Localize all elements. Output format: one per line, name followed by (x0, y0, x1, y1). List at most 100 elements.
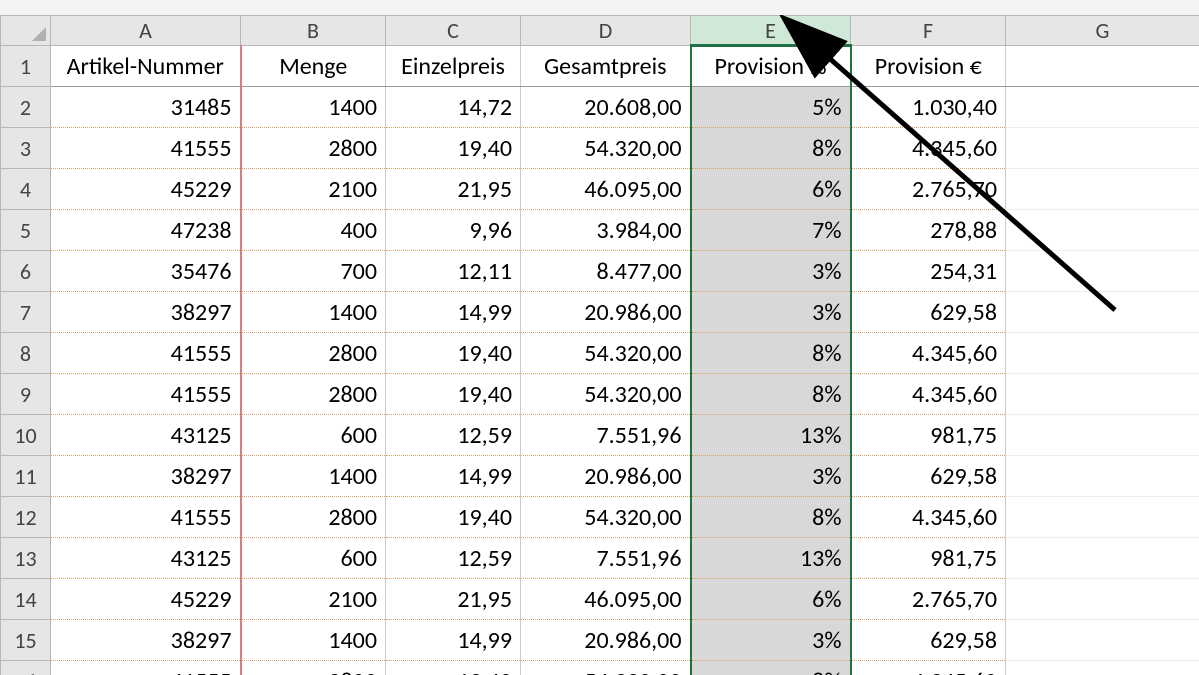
row-header-15[interactable]: 15 (1, 620, 51, 661)
cell-A6[interactable]: 35476 (51, 251, 241, 292)
cell-E9[interactable]: 8% (691, 374, 851, 415)
cell-A7[interactable]: 38297 (51, 292, 241, 333)
cell-B11[interactable]: 1400 (241, 456, 386, 497)
cell-D8[interactable]: 54.320,00 (521, 333, 691, 374)
table-row[interactable]: 1241555280019,4054.320,008%4.345,60 (1, 497, 1199, 538)
cell-F3[interactable]: 4.345,60 (851, 128, 1006, 169)
cell-A10[interactable]: 43125 (51, 415, 241, 456)
spreadsheet-grid[interactable]: A B C D E F G 1 Artikel-Nummer Menge Ein… (0, 15, 1199, 675)
cell-D16[interactable]: 54.320,00 (521, 661, 691, 675)
cell-D10[interactable]: 7.551,96 (521, 415, 691, 456)
cell-B9[interactable]: 2800 (241, 374, 386, 415)
cell-D12[interactable]: 54.320,00 (521, 497, 691, 538)
cell-C12[interactable]: 19,40 (386, 497, 521, 538)
table-row[interactable]: 841555280019,4054.320,008%4.345,60 (1, 333, 1199, 374)
row-header-7[interactable]: 7 (1, 292, 51, 333)
cell-A11[interactable]: 38297 (51, 456, 241, 497)
cell-A3[interactable]: 41555 (51, 128, 241, 169)
cell-A1[interactable]: Artikel-Nummer (51, 46, 241, 87)
row-header-12[interactable]: 12 (1, 497, 51, 538)
table-row[interactable]: 738297140014,9920.986,003%629,58 (1, 292, 1199, 333)
cell-D6[interactable]: 8.477,00 (521, 251, 691, 292)
cell-A4[interactable]: 45229 (51, 169, 241, 210)
cell-F10[interactable]: 981,75 (851, 415, 1006, 456)
cell-G7[interactable] (1006, 292, 1199, 333)
cell-D3[interactable]: 54.320,00 (521, 128, 691, 169)
table-row[interactable]: 1445229210021,9546.095,006%2.765,70 (1, 579, 1199, 620)
row-header-4[interactable]: 4 (1, 169, 51, 210)
cell-D7[interactable]: 20.986,00 (521, 292, 691, 333)
cell-C5[interactable]: 9,96 (386, 210, 521, 251)
cell-E3[interactable]: 8% (691, 128, 851, 169)
cell-F15[interactable]: 629,58 (851, 620, 1006, 661)
row-header-11[interactable]: 11 (1, 456, 51, 497)
column-header-A[interactable]: A (51, 16, 241, 46)
cell-F6[interactable]: 254,31 (851, 251, 1006, 292)
cell-F7[interactable]: 629,58 (851, 292, 1006, 333)
cell-G10[interactable] (1006, 415, 1199, 456)
cell-G11[interactable] (1006, 456, 1199, 497)
table-header-row[interactable]: 1 Artikel-Nummer Menge Einzelpreis Gesam… (1, 46, 1199, 87)
cell-B1[interactable]: Menge (241, 46, 386, 87)
cell-E5[interactable]: 7% (691, 210, 851, 251)
grid-body[interactable]: 1 Artikel-Nummer Menge Einzelpreis Gesam… (1, 46, 1199, 675)
row-header-5[interactable]: 5 (1, 210, 51, 251)
cell-F14[interactable]: 2.765,70 (851, 579, 1006, 620)
row-header-9[interactable]: 9 (1, 374, 51, 415)
cell-C3[interactable]: 19,40 (386, 128, 521, 169)
cell-F16[interactable]: 4.345,60 (851, 661, 1006, 675)
column-header-row[interactable]: A B C D E F G (1, 16, 1199, 46)
cell-E8[interactable]: 8% (691, 333, 851, 374)
cell-E12[interactable]: 8% (691, 497, 851, 538)
cell-E6[interactable]: 3% (691, 251, 851, 292)
cell-C16[interactable]: 19,40 (386, 661, 521, 675)
column-header-F[interactable]: F (851, 16, 1006, 46)
cell-B3[interactable]: 2800 (241, 128, 386, 169)
cell-B6[interactable]: 700 (241, 251, 386, 292)
cell-B5[interactable]: 400 (241, 210, 386, 251)
cell-G3[interactable] (1006, 128, 1199, 169)
cell-E7[interactable]: 3% (691, 292, 851, 333)
cell-B4[interactable]: 2100 (241, 169, 386, 210)
table-row[interactable]: 5472384009,963.984,007%278,88 (1, 210, 1199, 251)
row-header-2[interactable]: 2 (1, 87, 51, 128)
cell-B14[interactable]: 2100 (241, 579, 386, 620)
select-all-corner[interactable] (1, 16, 51, 46)
cell-C2[interactable]: 14,72 (386, 87, 521, 128)
row-header-13[interactable]: 13 (1, 538, 51, 579)
table-row[interactable]: 104312560012,597.551,9613%981,75 (1, 415, 1199, 456)
row-header-8[interactable]: 8 (1, 333, 51, 374)
table-row[interactable]: 1641555280019,4054.320,008%4.345,60 (1, 661, 1199, 675)
cell-C8[interactable]: 19,40 (386, 333, 521, 374)
cell-F2[interactable]: 1.030,40 (851, 87, 1006, 128)
cell-G12[interactable] (1006, 497, 1199, 538)
cell-C9[interactable]: 19,40 (386, 374, 521, 415)
column-header-C[interactable]: C (386, 16, 521, 46)
cell-C15[interactable]: 14,99 (386, 620, 521, 661)
table-row[interactable]: 341555280019,4054.320,008%4.345,60 (1, 128, 1199, 169)
cell-G14[interactable] (1006, 579, 1199, 620)
cell-B2[interactable]: 1400 (241, 87, 386, 128)
table-row[interactable]: 231485140014,7220.608,005%1.030,40 (1, 87, 1199, 128)
cell-G8[interactable] (1006, 333, 1199, 374)
cell-A9[interactable]: 41555 (51, 374, 241, 415)
cell-E16[interactable]: 8% (691, 661, 851, 675)
cell-C4[interactable]: 21,95 (386, 169, 521, 210)
table-row[interactable]: 134312560012,597.551,9613%981,75 (1, 538, 1199, 579)
cell-C6[interactable]: 12,11 (386, 251, 521, 292)
cell-B12[interactable]: 2800 (241, 497, 386, 538)
cell-G9[interactable] (1006, 374, 1199, 415)
cell-B13[interactable]: 600 (241, 538, 386, 579)
cell-E13[interactable]: 13% (691, 538, 851, 579)
cell-G1[interactable] (1006, 46, 1199, 87)
cell-B8[interactable]: 2800 (241, 333, 386, 374)
cell-G5[interactable] (1006, 210, 1199, 251)
cell-D9[interactable]: 54.320,00 (521, 374, 691, 415)
row-header-10[interactable]: 10 (1, 415, 51, 456)
cell-D2[interactable]: 20.608,00 (521, 87, 691, 128)
cell-F8[interactable]: 4.345,60 (851, 333, 1006, 374)
cell-A14[interactable]: 45229 (51, 579, 241, 620)
cell-B16[interactable]: 2800 (241, 661, 386, 675)
cell-F4[interactable]: 2.765,70 (851, 169, 1006, 210)
cell-A15[interactable]: 38297 (51, 620, 241, 661)
